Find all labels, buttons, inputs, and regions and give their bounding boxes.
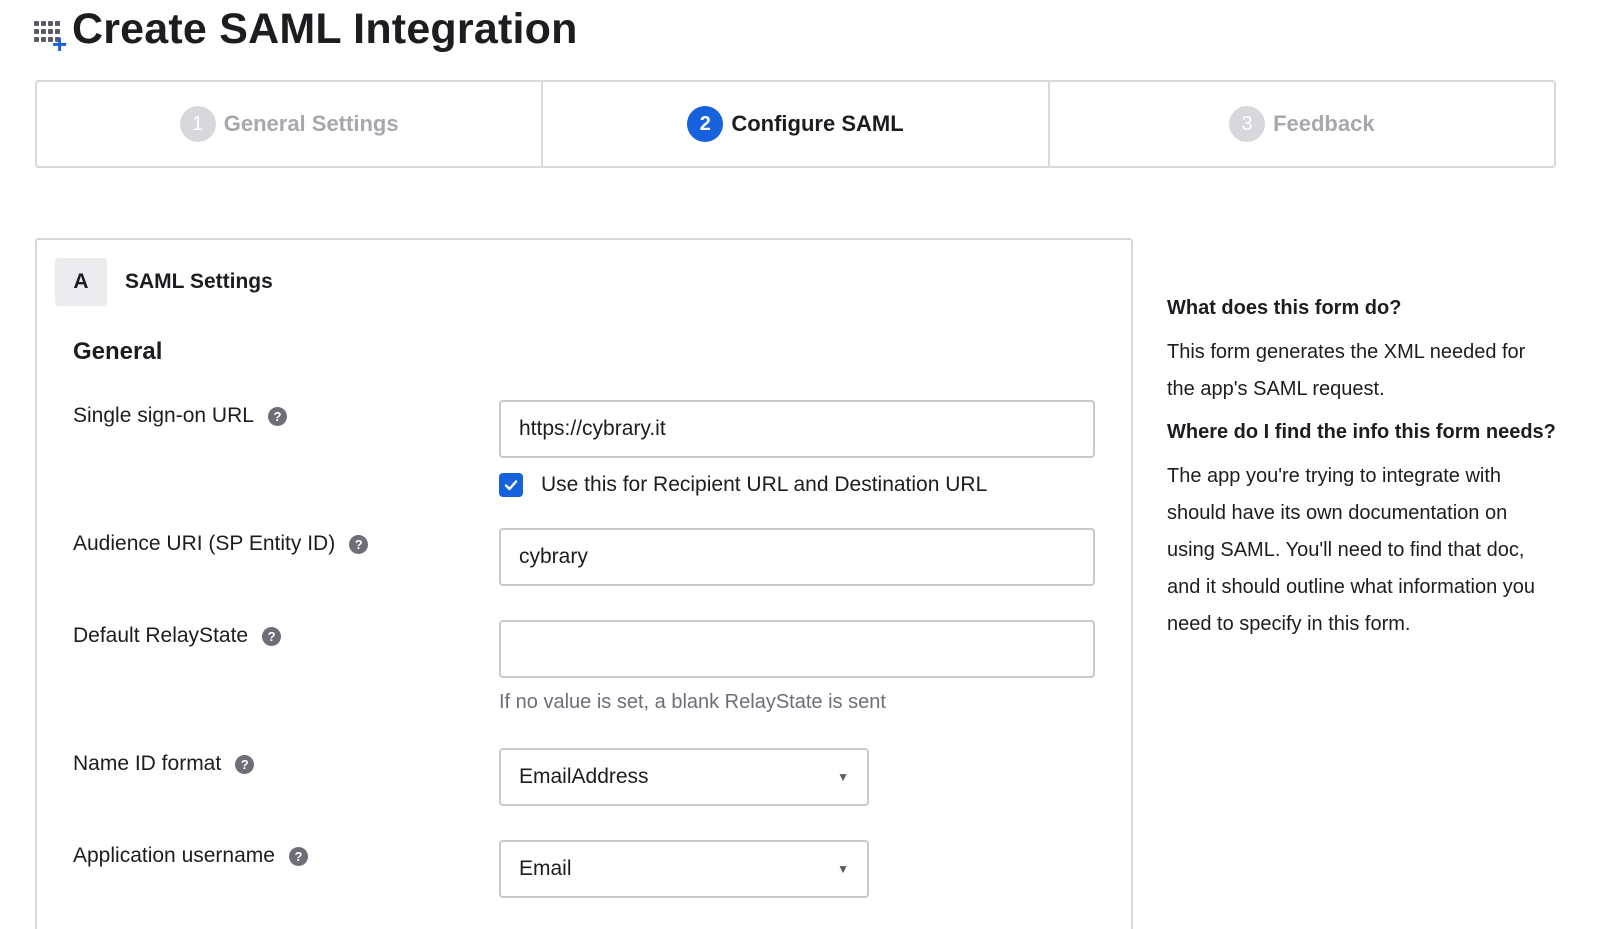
recipient-url-checkbox[interactable] bbox=[499, 473, 523, 497]
aside-question-1: What does this form do? bbox=[1167, 297, 1402, 319]
name-id-format-label: Name ID format ? bbox=[73, 752, 255, 776]
sso-url-label-text: Single sign-on URL bbox=[73, 404, 254, 427]
recipient-url-checkbox-row[interactable]: Use this for Recipient URL and Destinati… bbox=[499, 473, 987, 497]
help-icon[interactable]: ? bbox=[288, 846, 308, 866]
name-id-format-select[interactable]: EmailAddress ▼ bbox=[499, 748, 869, 806]
app-username-label-text: Application username bbox=[73, 844, 275, 867]
help-aside: What does this form do? This form genera… bbox=[1167, 294, 1557, 643]
aside-answer-1: This form generates the XML needed for t… bbox=[1167, 341, 1526, 400]
step-label: General Settings bbox=[223, 111, 399, 136]
group-title-general: General bbox=[73, 338, 163, 365]
audience-uri-label-text: Audience URI (SP Entity ID) bbox=[73, 532, 336, 555]
step-feedback[interactable]: 3 Feedback bbox=[1050, 82, 1554, 166]
recipient-url-checkbox-label: Use this for Recipient URL and Destinati… bbox=[541, 473, 988, 496]
section-header: A SAML Settings bbox=[55, 258, 273, 306]
section-title: SAML Settings bbox=[125, 270, 273, 293]
help-icon[interactable]: ? bbox=[262, 626, 282, 646]
step-label: Feedback bbox=[1273, 111, 1375, 136]
name-id-format-label-text: Name ID format bbox=[73, 752, 222, 775]
relay-state-label: Default RelayState ? bbox=[73, 624, 282, 648]
sso-url-input[interactable] bbox=[499, 400, 1095, 458]
caret-down-icon: ▼ bbox=[837, 770, 849, 784]
help-icon[interactable]: ? bbox=[349, 534, 369, 554]
app-username-value: Email bbox=[519, 857, 572, 880]
audience-uri-input[interactable] bbox=[499, 528, 1095, 586]
aside-answer-2: The app you're trying to integrate with … bbox=[1167, 465, 1536, 635]
relay-state-input[interactable] bbox=[499, 620, 1095, 678]
aside-question-2: Where do I find the info this form needs… bbox=[1167, 421, 1556, 443]
saml-settings-panel: A SAML Settings General Single sign-on U… bbox=[35, 238, 1133, 929]
audience-uri-label: Audience URI (SP Entity ID) ? bbox=[73, 532, 369, 556]
relay-state-label-text: Default RelayState bbox=[73, 624, 249, 647]
checkmark-icon bbox=[504, 480, 518, 491]
step-number: 3 bbox=[1229, 106, 1266, 142]
app-username-select[interactable]: Email ▼ bbox=[499, 840, 869, 898]
wizard-stepper: 1 General Settings 2 Configure SAML 3 Fe… bbox=[35, 80, 1556, 168]
help-icon[interactable]: ? bbox=[267, 406, 287, 426]
app-username-label: Application username ? bbox=[73, 844, 308, 868]
step-number: 2 bbox=[687, 106, 724, 142]
section-letter-badge: A bbox=[55, 258, 107, 306]
page-header: + Create SAML Integration bbox=[34, 4, 578, 57]
sso-url-label: Single sign-on URL ? bbox=[73, 404, 287, 428]
name-id-format-value: EmailAddress bbox=[519, 765, 649, 788]
caret-down-icon: ▼ bbox=[837, 862, 849, 876]
step-general-settings[interactable]: 1 General Settings bbox=[37, 82, 544, 166]
step-number: 1 bbox=[179, 106, 216, 142]
step-label: Configure SAML bbox=[731, 111, 904, 136]
help-icon[interactable]: ? bbox=[235, 754, 255, 774]
step-configure-saml[interactable]: 2 Configure SAML bbox=[543, 82, 1050, 166]
relay-state-hint: If no value is set, a blank RelayState i… bbox=[499, 691, 886, 713]
app-add-icon: + bbox=[34, 11, 70, 57]
page-title: Create SAML Integration bbox=[72, 4, 578, 53]
